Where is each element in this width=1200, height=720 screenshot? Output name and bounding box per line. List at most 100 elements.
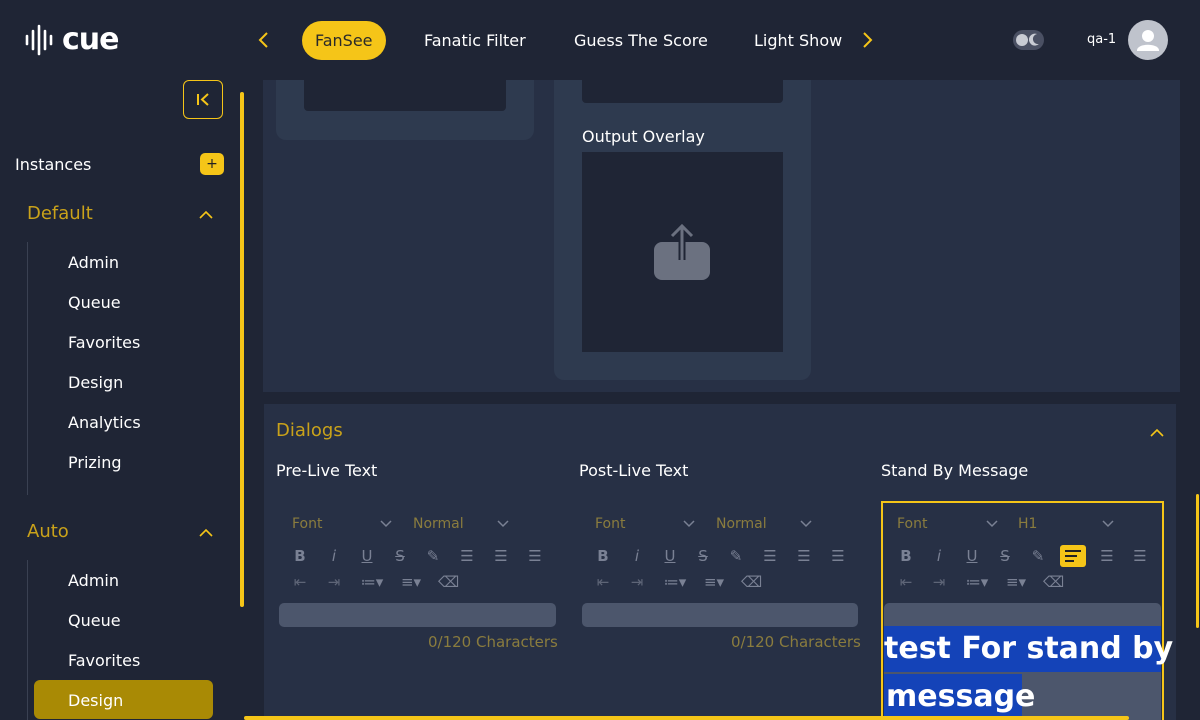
outdent-icon[interactable]: ⇤ <box>291 574 309 590</box>
sidebar-item-auto-favorites[interactable]: Favorites <box>68 651 140 670</box>
indent-icon[interactable]: ⇥ <box>325 574 343 590</box>
pre-live-text-editor[interactable] <box>279 603 556 627</box>
italic-icon[interactable]: i <box>325 548 343 564</box>
main-horizontal-scrollbar[interactable] <box>244 716 1129 720</box>
sidebar-scrollbar[interactable] <box>240 92 244 607</box>
pre-live-text-title: Pre-Live Text <box>276 461 378 480</box>
tab-fansee[interactable]: FanSee <box>302 21 386 60</box>
brand-logo[interactable]: cue <box>24 24 119 56</box>
outdent-icon[interactable]: ⇤ <box>897 574 915 590</box>
tab-guess-the-score[interactable]: Guess The Score <box>561 21 721 60</box>
chevron-up-icon[interactable] <box>198 206 214 219</box>
bullet-list-icon[interactable]: ≡▾ <box>700 574 728 590</box>
main-vertical-scrollbar[interactable] <box>1196 494 1199 628</box>
post-live-text-editor[interactable] <box>582 603 858 627</box>
theme-toggle[interactable] <box>1013 30 1044 50</box>
align-left-icon[interactable]: ☰ <box>761 548 779 564</box>
post-live-size-select[interactable]: Normal <box>716 516 767 532</box>
bold-icon[interactable]: B <box>897 548 915 564</box>
chevron-down-icon[interactable] <box>985 518 999 528</box>
sidebar-item-default-queue[interactable]: Queue <box>68 293 121 312</box>
ordered-list-icon[interactable]: ≔▾ <box>963 574 991 590</box>
bullet-list-icon[interactable]: ≡▾ <box>1002 574 1030 590</box>
pre-live-font-select[interactable]: Font <box>292 516 322 532</box>
align-right-icon[interactable]: ☰ <box>526 548 544 564</box>
stand-by-size-select[interactable]: H1 <box>1018 516 1037 532</box>
pre-live-char-counter: 0/120 Characters <box>428 633 558 651</box>
ordered-list-icon[interactable]: ≔▾ <box>358 574 386 590</box>
output-overlay-label: Output Overlay <box>582 127 705 146</box>
strikethrough-icon[interactable]: S <box>996 548 1014 564</box>
chevron-up-icon[interactable] <box>198 524 214 537</box>
align-center-icon[interactable]: ☰ <box>795 548 813 564</box>
sidebar-item-auto-admin[interactable]: Admin <box>68 571 119 590</box>
chevron-left-icon <box>258 32 268 48</box>
eraser-icon[interactable]: ⌫ <box>438 574 459 590</box>
bold-icon[interactable]: B <box>594 548 612 564</box>
post-live-char-counter: 0/120 Characters <box>731 633 861 651</box>
tree-line-auto <box>27 560 28 720</box>
chevron-right-icon <box>863 32 873 48</box>
group-default-label[interactable]: Default <box>27 203 93 224</box>
eraser-icon[interactable]: ⌫ <box>1043 574 1064 590</box>
italic-icon[interactable]: i <box>930 548 948 564</box>
sidebar-collapse-button[interactable] <box>183 80 223 119</box>
italic-icon[interactable]: i <box>628 548 646 564</box>
group-auto-label[interactable]: Auto <box>27 521 69 542</box>
sidebar-item-auto-design[interactable]: Design <box>68 691 123 710</box>
highlighter-icon[interactable]: ✎ <box>727 548 745 564</box>
stand-by-font-select[interactable]: Font <box>897 516 927 532</box>
strikethrough-icon[interactable]: S <box>391 548 409 564</box>
sidebar-item-auto-design-active[interactable] <box>34 680 213 719</box>
bold-icon[interactable]: B <box>291 548 309 564</box>
upload-icon[interactable] <box>652 222 712 286</box>
stand-by-message-line2: message <box>886 679 1036 714</box>
tab-fanatic-filter[interactable]: Fanatic Filter <box>411 21 539 60</box>
align-center-icon[interactable]: ☰ <box>492 548 510 564</box>
eraser-icon[interactable]: ⌫ <box>741 574 762 590</box>
brand-name: cue <box>62 22 119 57</box>
sidebar-item-auto-queue[interactable]: Queue <box>68 611 121 630</box>
image-preview-right-top[interactable] <box>582 80 783 103</box>
tabs-next-button[interactable] <box>855 28 879 52</box>
add-instance-button[interactable]: + <box>200 153 224 175</box>
stand-by-message-title: Stand By Message <box>881 461 1029 480</box>
highlighter-icon[interactable]: ✎ <box>424 548 442 564</box>
dialogs-title: Dialogs <box>276 420 343 441</box>
post-live-font-select[interactable]: Font <box>595 516 625 532</box>
chevron-down-icon[interactable] <box>799 518 813 528</box>
underline-icon[interactable]: U <box>661 548 679 564</box>
sidebar-item-default-analytics[interactable]: Analytics <box>68 413 141 432</box>
image-preview-left[interactable] <box>304 80 506 111</box>
strikethrough-icon[interactable]: S <box>694 548 712 564</box>
indent-icon[interactable]: ⇥ <box>930 574 948 590</box>
tree-line-default <box>27 242 28 495</box>
outdent-icon[interactable]: ⇤ <box>594 574 612 590</box>
tab-light-show[interactable]: Light Show <box>741 21 855 60</box>
sidebar-item-default-prizing[interactable]: Prizing <box>68 453 122 472</box>
avatar[interactable] <box>1128 20 1168 60</box>
highlighter-icon[interactable]: ✎ <box>1029 548 1047 564</box>
collapse-left-icon <box>197 93 209 106</box>
align-right-icon[interactable]: ☰ <box>1131 548 1149 564</box>
chevron-down-icon[interactable] <box>1101 518 1115 528</box>
sidebar-item-default-design[interactable]: Design <box>68 373 123 392</box>
chevron-up-icon[interactable] <box>1149 424 1165 443</box>
chevron-down-icon[interactable] <box>379 518 393 528</box>
chevron-down-icon[interactable] <box>496 518 510 528</box>
ordered-list-icon[interactable]: ≔▾ <box>661 574 689 590</box>
underline-icon[interactable]: U <box>358 548 376 564</box>
sidebar-item-default-favorites[interactable]: Favorites <box>68 333 140 352</box>
indent-icon[interactable]: ⇥ <box>628 574 646 590</box>
align-center-icon[interactable]: ☰ <box>1098 548 1116 564</box>
bullet-list-icon[interactable]: ≡▾ <box>397 574 425 590</box>
sidebar-item-default-admin[interactable]: Admin <box>68 253 119 272</box>
underline-icon[interactable]: U <box>963 548 981 564</box>
chevron-down-icon[interactable] <box>682 518 696 528</box>
align-right-icon[interactable]: ☰ <box>829 548 847 564</box>
stand-by-message-line1: test For stand by <box>884 631 1174 666</box>
align-left-icon[interactable]: ☰ <box>458 548 476 564</box>
tabs-prev-button[interactable] <box>252 28 276 52</box>
pre-live-size-select[interactable]: Normal <box>413 516 464 532</box>
align-left-active-button[interactable] <box>1060 545 1086 567</box>
